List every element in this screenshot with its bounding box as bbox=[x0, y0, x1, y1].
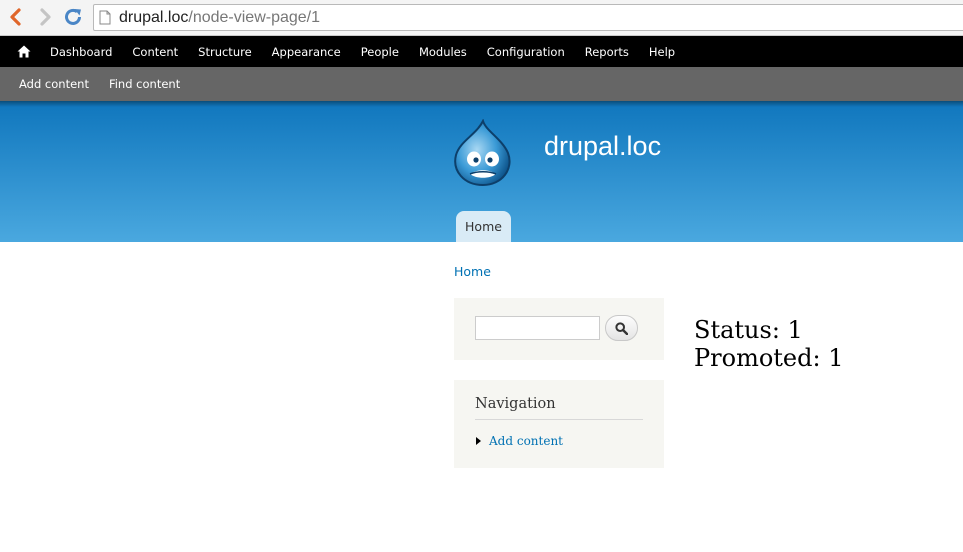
content-promoted: Promoted: 1 bbox=[694, 344, 844, 372]
content-status: Status: 1 bbox=[694, 316, 803, 344]
page-icon bbox=[99, 10, 111, 25]
toolbar-item-structure[interactable]: Structure bbox=[188, 45, 262, 59]
url-text: drupal.loc/node-view-page/1 bbox=[119, 8, 320, 28]
navigation-divider bbox=[475, 419, 643, 420]
toolbar-item-reports[interactable]: Reports bbox=[575, 45, 639, 59]
browser-bar: drupal.loc/node-view-page/1 bbox=[0, 0, 963, 36]
main-menu-tab-home[interactable]: Home bbox=[456, 211, 511, 242]
toolbar-item-modules[interactable]: Modules bbox=[409, 45, 477, 59]
toolbar-item-help[interactable]: Help bbox=[639, 45, 685, 59]
shortcut-add-content[interactable]: Add content bbox=[9, 77, 99, 91]
search-block bbox=[454, 298, 664, 360]
toolbar-item-appearance[interactable]: Appearance bbox=[262, 45, 351, 59]
main-content: Status: 1 Promoted: 1 bbox=[694, 316, 843, 372]
chevron-right-icon bbox=[40, 8, 51, 26]
drupal-logo[interactable] bbox=[450, 119, 516, 189]
url-path: /node-view-page/1 bbox=[188, 9, 321, 26]
search-icon bbox=[615, 321, 628, 335]
chevron-left-icon bbox=[10, 8, 21, 26]
reload-button[interactable] bbox=[62, 6, 84, 28]
admin-toolbar: Dashboard Content Structure Appearance P… bbox=[0, 36, 963, 67]
url-host: drupal.loc bbox=[119, 9, 189, 26]
navigation-link-add-content[interactable]: Add content bbox=[489, 434, 563, 448]
site-name[interactable]: drupal.loc bbox=[544, 131, 661, 162]
toolbar-item-dashboard[interactable]: Dashboard bbox=[40, 45, 122, 59]
breadcrumb[interactable]: Home bbox=[454, 264, 491, 279]
address-bar[interactable]: drupal.loc/node-view-page/1 bbox=[93, 4, 963, 31]
search-button[interactable] bbox=[605, 315, 638, 341]
site-header: drupal.loc Home bbox=[0, 101, 963, 242]
reload-icon bbox=[65, 8, 81, 25]
navigation-title: Navigation bbox=[475, 396, 556, 412]
search-input[interactable] bbox=[475, 316, 600, 340]
forward-button[interactable] bbox=[34, 6, 56, 28]
toolbar-item-content[interactable]: Content bbox=[122, 45, 188, 59]
navigation-block: Navigation Add content bbox=[454, 380, 664, 468]
shortcut-find-content[interactable]: Find content bbox=[99, 77, 190, 91]
toolbar-item-people[interactable]: People bbox=[351, 45, 409, 59]
toolbar-menu: Dashboard Content Structure Appearance P… bbox=[40, 36, 685, 67]
shortcuts-bar: Add content Find content bbox=[0, 67, 963, 101]
home-icon[interactable] bbox=[17, 45, 31, 58]
toolbar-item-configuration[interactable]: Configuration bbox=[477, 45, 575, 59]
triangle-right-icon bbox=[476, 437, 481, 445]
back-button[interactable] bbox=[5, 6, 27, 28]
navigation-item: Add content bbox=[476, 434, 563, 448]
